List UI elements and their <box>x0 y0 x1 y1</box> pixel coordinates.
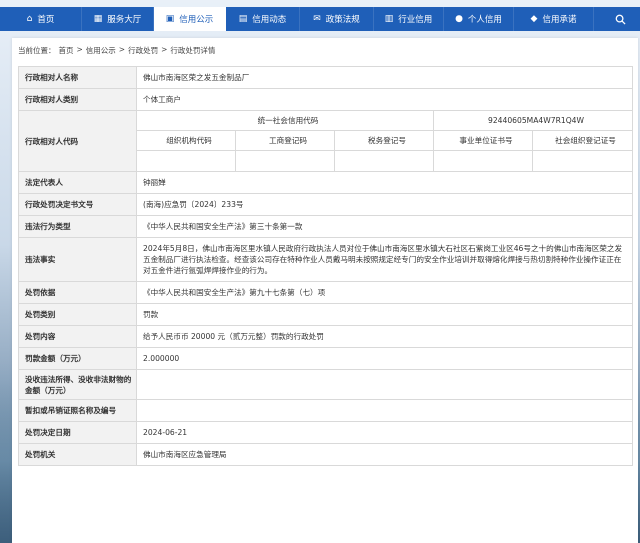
field-label: 处罚类别 <box>18 303 137 326</box>
nav-credit-promise[interactable]: ◆ 信用承诺 <box>514 7 594 31</box>
table-row: 暂扣或吊销证照名称及编号 <box>18 399 634 422</box>
field-value: 2.000000 <box>135 347 634 370</box>
nav-label: 政策法规 <box>325 15 360 25</box>
table-row: 行政相对人类别 个体工商户 <box>18 88 634 111</box>
sub-header: 工商登记码 <box>235 130 335 151</box>
nav-home[interactable]: ⌂ 首页 <box>0 7 82 31</box>
nav-policy[interactable]: ✉ 政策法规 <box>300 7 374 31</box>
top-nav: ⌂ 首页 ▦ 服务大厅 ▣ 信用公示 ▤ 信用动态 ✉ 政策法规 ▥ 行业信用 … <box>0 7 640 31</box>
search-icon <box>615 14 626 25</box>
field-value: 给予人民币币 20000 元（贰万元整）罚款的行政处罚 <box>135 325 634 348</box>
breadcrumb-prefix: 当前位置： <box>18 46 56 55</box>
field-label: 行政相对人名称 <box>18 66 137 89</box>
sub-header: 社会组织登记证号 <box>531 130 634 151</box>
table-row: 处罚依据 《中华人民共和国安全生产法》第九十七条第（七）项 <box>18 281 634 304</box>
table-row: 行政相对人名称 佛山市南海区荣之发五金制品厂 <box>18 66 634 89</box>
nav-label: 个人信用 <box>467 15 502 25</box>
table-row: 违法行为类型 《中华人民共和国安全生产法》第三十条第一款 <box>18 215 634 238</box>
field-value: 2024-06-21 <box>135 421 634 444</box>
field-value: 钟丽婵 <box>135 171 634 194</box>
field-value: 个体工商户 <box>135 88 634 111</box>
field-label: 行政相对人类别 <box>18 88 137 111</box>
nav-personal-credit[interactable]: ● 个人信用 <box>444 7 514 31</box>
field-value: 佛山市南海区荣之发五金制品厂 <box>135 66 634 89</box>
table-row: 处罚决定日期 2024-06-21 <box>18 421 634 444</box>
search-button[interactable] <box>608 7 632 31</box>
breadcrumb-credit-publicity[interactable]: 信用公示 <box>86 45 116 56</box>
breadcrumb-penalty[interactable]: 行政处罚 <box>128 45 158 56</box>
table-row: 法定代表人 钟丽婵 <box>18 171 634 194</box>
table-row: 处罚类别 罚款 <box>18 303 634 326</box>
breadcrumb-sep: > <box>118 45 126 54</box>
table-row: 没收违法所得、没收非法财物的金额（万元） <box>18 369 634 400</box>
nav-label: 信用承诺 <box>542 15 577 25</box>
nav-industry-credit[interactable]: ▥ 行业信用 <box>374 7 444 31</box>
nav-credit-publicity[interactable]: ▣ 信用公示 <box>154 7 226 31</box>
field-value: 佛山市南海区应急管理局 <box>135 443 634 466</box>
table-row: 罚款金额（万元） 2.000000 <box>18 347 634 370</box>
home-icon: ⌂ <box>26 13 33 24</box>
field-value: 《中华人民共和国安全生产法》第三十条第一款 <box>135 215 634 238</box>
nav-label: 信用公示 <box>179 15 214 25</box>
sub-value <box>334 150 434 172</box>
shield-icon: ◆ <box>530 13 538 24</box>
nav-service-hall[interactable]: ▦ 服务大厅 <box>82 7 154 31</box>
table-row: 行政处罚决定书文号 (南海)应急罚〔2024〕233号 <box>18 193 634 216</box>
field-value: (南海)应急罚〔2024〕233号 <box>135 193 634 216</box>
sub-value <box>235 150 335 172</box>
field-label: 违法事实 <box>18 237 137 282</box>
breadcrumb-sep: > <box>76 45 83 54</box>
user-icon: ● <box>455 13 463 24</box>
field-value <box>135 369 634 400</box>
field-label: 处罚决定日期 <box>18 421 137 444</box>
field-label: 行政相对人代码 <box>18 110 137 172</box>
table-row: 处罚机关 佛山市南海区应急管理局 <box>18 443 634 466</box>
field-label: 暂扣或吊销证照名称及编号 <box>18 399 137 422</box>
field-label: 法定代表人 <box>18 171 137 194</box>
breadcrumb-home[interactable]: 首页 <box>59 45 74 56</box>
breadcrumb: 当前位置： 首页 > 信用公示 > 行政处罚 > 行政处罚详情 <box>18 45 215 56</box>
nav-label: 服务大厅 <box>107 15 142 25</box>
uscc-label: 统一社会信用代码 <box>136 110 434 131</box>
field-label: 处罚内容 <box>18 325 137 348</box>
nav-label: 首页 <box>37 15 55 25</box>
nav-label: 行业信用 <box>398 15 433 25</box>
sub-header: 税务登记号 <box>334 130 434 151</box>
field-value <box>135 399 634 422</box>
field-value: 2024年5月8日，佛山市南海区里水镇人民政府行政执法人员对位于佛山市南海区里水… <box>135 237 634 282</box>
field-label: 没收违法所得、没收非法财物的金额（万元） <box>18 369 137 400</box>
nav-credit-news[interactable]: ▤ 信用动态 <box>226 7 300 31</box>
sub-value <box>531 150 634 172</box>
field-label: 处罚机关 <box>18 443 137 466</box>
table-row: 处罚内容 给予人民币币 20000 元（贰万元整）罚款的行政处罚 <box>18 325 634 348</box>
sub-header: 事业单位证书号 <box>433 130 533 151</box>
field-label: 处罚依据 <box>18 281 137 304</box>
sub-value <box>136 150 236 172</box>
field-value: 《中华人民共和国安全生产法》第九十七条第（七）项 <box>135 281 634 304</box>
sub-value <box>433 150 533 172</box>
table-row: 行政相对人代码 统一社会信用代码 92440605MA4W7R1Q4W <box>18 110 634 172</box>
grid-icon: ▦ <box>93 13 103 24</box>
monitor-icon: ▣ <box>165 13 175 24</box>
breadcrumb-sep: > <box>161 45 168 54</box>
sub-header: 组织机构代码 <box>136 130 236 151</box>
breadcrumb-current: 行政处罚详情 <box>170 46 216 55</box>
field-label: 违法行为类型 <box>18 215 137 238</box>
field-label: 行政处罚决定书文号 <box>18 193 137 216</box>
table-row: 违法事实 2024年5月8日，佛山市南海区里水镇人民政府行政执法人员对位于佛山市… <box>18 237 634 282</box>
nav-label: 信用动态 <box>252 15 287 25</box>
penalty-detail-table: 行政相对人名称 佛山市南海区荣之发五金制品厂 行政相对人类别 个体工商户 行政相… <box>18 66 634 466</box>
uscc-value: 92440605MA4W7R1Q4W <box>432 110 634 131</box>
field-value: 罚款 <box>135 303 634 326</box>
field-label: 罚款金额（万元） <box>18 347 137 370</box>
building-icon: ▥ <box>384 13 394 24</box>
mail-icon: ✉ <box>313 13 321 24</box>
news-icon: ▤ <box>238 13 248 24</box>
